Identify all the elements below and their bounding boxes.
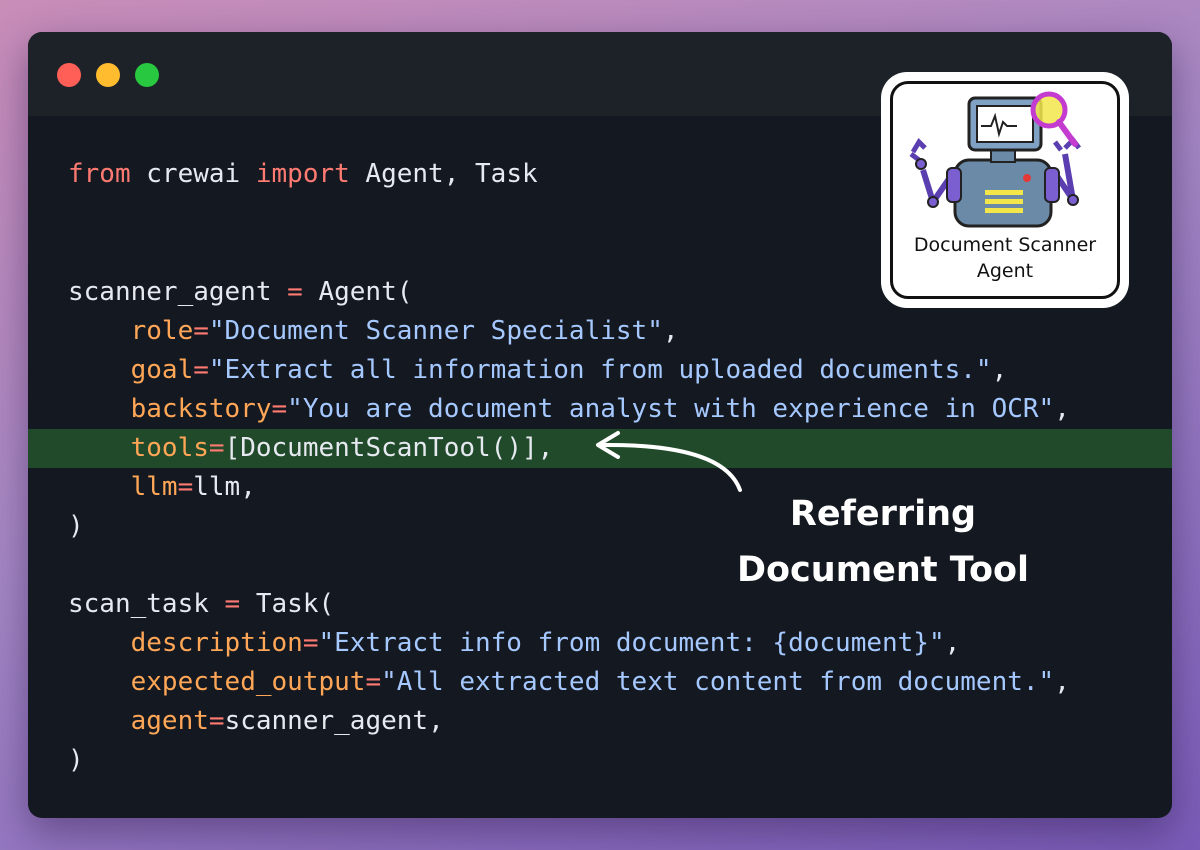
- close-dot[interactable]: [57, 63, 81, 87]
- logo-title-line1: Document Scanner: [913, 234, 1097, 256]
- logo-title-line2: Agent: [976, 260, 1034, 282]
- code-line-tools-highlighted: tools=[DocumentScanTool()],: [28, 429, 1172, 468]
- code-line-backstory: backstory="You are document analyst with…: [130, 394, 1070, 424]
- code-window: from crewai import Agent, Task scanner_a…: [28, 32, 1172, 818]
- code-line-goal: goal="Extract all information from uploa…: [130, 355, 1008, 385]
- code-line-expected-output: expected_output="All extracted text cont…: [130, 667, 1070, 697]
- code-line-description: description="Extract info from document:…: [130, 628, 961, 658]
- annotation-line2: Document Tool: [736, 550, 1030, 590]
- minimize-dot[interactable]: [96, 63, 120, 87]
- agent-logo-frame: Document Scanner Agent: [890, 81, 1120, 299]
- code-line-agent-param: agent=scanner_agent,: [130, 706, 444, 736]
- code-line-role: role="Document Scanner Specialist",: [130, 316, 679, 346]
- maximize-dot[interactable]: [135, 63, 159, 87]
- annotation-line1: Referring: [789, 494, 977, 534]
- robot-with-magnifier-icon: [909, 91, 1081, 228]
- annotation-label: Referring Document Tool: [718, 486, 1048, 598]
- agent-logo-card: Document Scanner Agent: [881, 72, 1129, 308]
- code-line-close-task: ): [68, 745, 84, 775]
